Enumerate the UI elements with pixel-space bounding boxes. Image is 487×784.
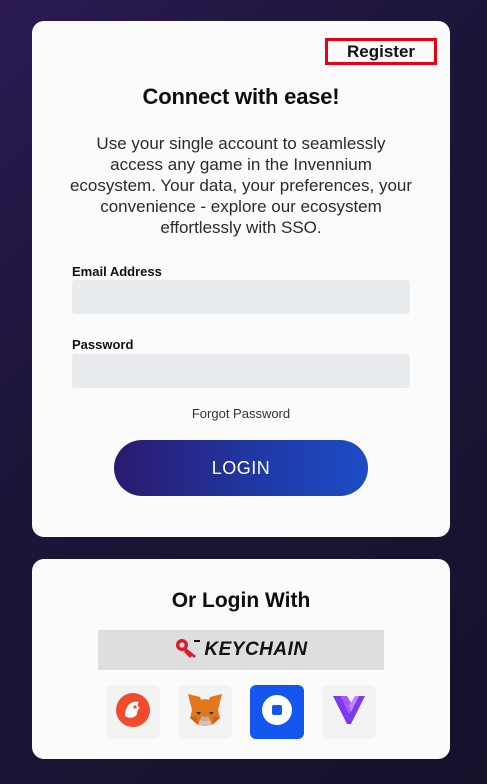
register-button[interactable]: Register xyxy=(325,38,437,65)
peakd-login-button[interactable] xyxy=(106,685,160,739)
vsc-icon xyxy=(329,692,369,733)
password-label: Password xyxy=(72,337,134,352)
keychain-icon xyxy=(174,636,202,665)
coinbase-login-button[interactable] xyxy=(250,685,304,739)
vsc-login-button[interactable] xyxy=(322,685,376,739)
alternative-login-card: Or Login With KEYCHAIN xyxy=(32,559,450,759)
alt-login-title: Or Login With xyxy=(171,589,311,612)
forgot-password-link[interactable]: Forgot Password xyxy=(32,406,450,421)
email-field[interactable] xyxy=(72,280,410,314)
peakd-icon xyxy=(113,690,153,735)
password-field[interactable] xyxy=(72,354,410,388)
login-card: Register Connect with ease! Use your sin… xyxy=(32,21,450,537)
metamask-login-button[interactable] xyxy=(178,685,232,739)
metamask-icon xyxy=(184,690,226,735)
keychain-login-button[interactable]: KEYCHAIN xyxy=(98,630,384,670)
email-label: Email Address xyxy=(72,264,162,279)
coinbase-icon xyxy=(260,693,294,732)
login-description: Use your single account to seamlessly ac… xyxy=(69,134,413,237)
login-title: Connect with ease! xyxy=(142,84,340,109)
wallet-options xyxy=(106,685,376,739)
keychain-label: KEYCHAIN xyxy=(204,639,308,660)
login-button[interactable]: LOGIN xyxy=(114,440,368,496)
